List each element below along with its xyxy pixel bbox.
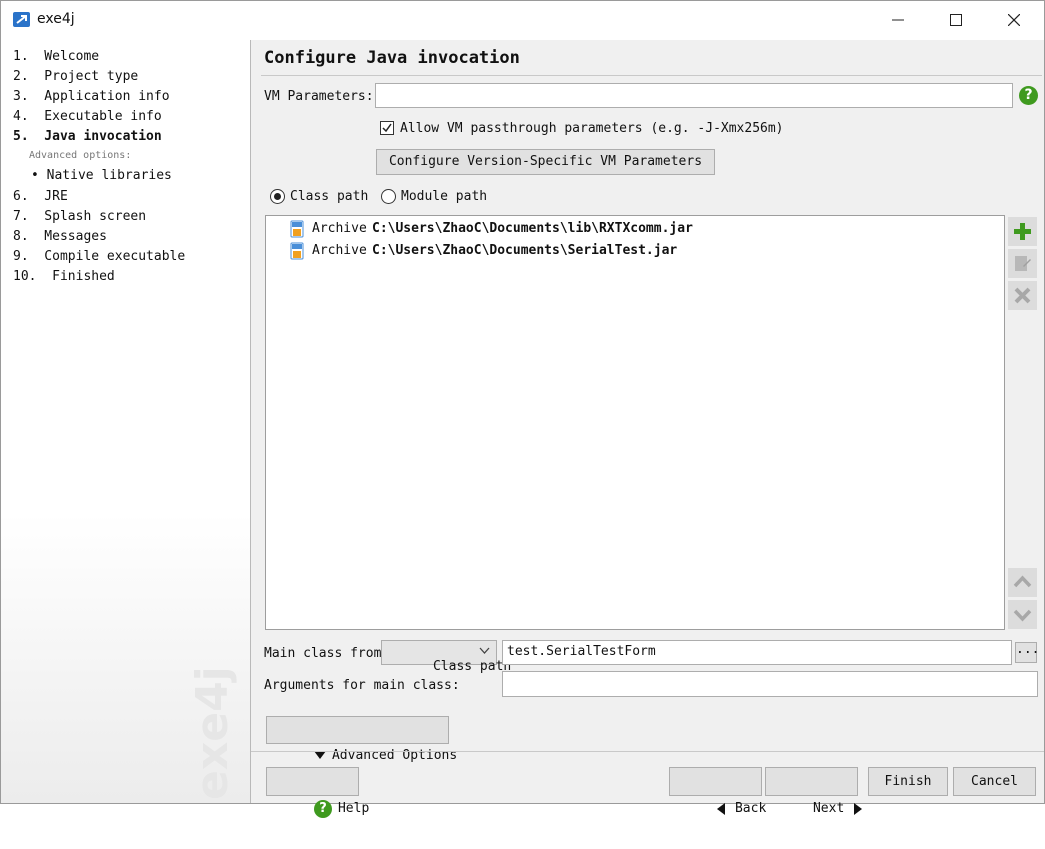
close-button[interactable]: [985, 1, 1043, 39]
exe4j-watermark-logo: exe4j: [187, 666, 238, 800]
step-executable-info[interactable]: 4. Executable info: [13, 109, 162, 124]
module-path-radio[interactable]: [381, 189, 396, 204]
list-item[interactable]: Archive C:\Users\ZhaoC\Documents\SerialT…: [290, 241, 677, 261]
page-title: Configure Java invocation: [264, 48, 520, 68]
close-icon: [1008, 14, 1020, 26]
checkmark-icon: [382, 123, 392, 133]
arguments-input[interactable]: [502, 671, 1038, 697]
triangle-down-icon: [313, 751, 326, 759]
minimize-icon: [892, 19, 904, 21]
class-path-radio-label: Class path: [290, 189, 369, 204]
advanced-options-label: Advanced options:: [29, 150, 132, 161]
module-path-radio-label: Module path: [401, 189, 488, 204]
help-button-label: Help: [337, 801, 370, 816]
list-item[interactable]: Archive C:\Users\ZhaoC\Documents\lib\RXT…: [290, 219, 693, 239]
chevron-down-icon: [1013, 609, 1032, 622]
step-java-invocation[interactable]: 5. Java invocation: [13, 129, 162, 144]
chevron-up-icon: [1013, 575, 1032, 588]
step-splash-screen[interactable]: 7. Splash screen: [13, 209, 146, 224]
maximize-button[interactable]: [927, 1, 985, 39]
vm-parameters-input[interactable]: [375, 83, 1013, 108]
advanced-options-button[interactable]: Advanced Options: [266, 716, 457, 763]
arrow-left-icon: [716, 802, 725, 815]
app-window: exe4j 1. Welcome 2. Project type 3. Appl…: [0, 0, 1045, 818]
move-down-button[interactable]: [1008, 600, 1037, 629]
plus-icon: [1014, 223, 1031, 240]
arrow-right-icon: [854, 802, 863, 815]
exe4j-app-icon: [13, 12, 30, 27]
main-class-input[interactable]: test.SerialTestForm: [502, 640, 1012, 665]
remove-entry-button[interactable]: [1008, 281, 1037, 310]
next-button[interactable]: Next: [765, 767, 863, 816]
title-divider: [261, 75, 1042, 76]
step-finished[interactable]: 10. Finished: [13, 269, 115, 284]
allow-passthrough-checkbox[interactable]: [380, 121, 394, 135]
jar-archive-icon: [290, 220, 304, 238]
add-entry-button[interactable]: [1008, 217, 1037, 246]
wizard-steps-sidebar: 1. Welcome 2. Project type 3. Applicatio…: [1, 40, 251, 803]
svg-text:exe4j: exe4j: [187, 666, 238, 800]
class-path-radio[interactable]: [270, 189, 285, 204]
browse-main-class-button[interactable]: ...: [1015, 642, 1039, 663]
entry-path: C:\Users\ZhaoC\Documents\SerialTest.jar: [372, 243, 678, 258]
step-application-info[interactable]: 3. Application info: [13, 89, 170, 104]
help-icon[interactable]: ?: [1019, 86, 1038, 105]
help-icon: ?: [313, 799, 332, 818]
arguments-label: Arguments for main class:: [264, 678, 460, 693]
edit-entry-button[interactable]: [1008, 249, 1037, 278]
step-jre[interactable]: 6. JRE: [13, 189, 68, 204]
configure-version-specific-button[interactable]: Configure Version-Specific VM Parameters: [376, 149, 715, 175]
step-messages[interactable]: 8. Messages: [13, 229, 107, 244]
chevron-down-icon: [479, 647, 490, 654]
step-native-libraries[interactable]: • Native libraries: [31, 168, 172, 183]
footer-divider: [251, 751, 1044, 752]
vm-parameters-label: VM Parameters:: [264, 89, 374, 104]
step-compile-executable[interactable]: 9. Compile executable: [13, 249, 185, 264]
title-bar: exe4j: [1, 1, 1044, 39]
allow-passthrough-label: Allow VM passthrough parameters (e.g. -J…: [400, 121, 784, 136]
step-welcome[interactable]: 1. Welcome: [13, 49, 99, 64]
step-project-type[interactable]: 2. Project type: [13, 69, 138, 84]
help-button[interactable]: ? Help: [266, 767, 369, 818]
main-panel: Configure Java invocation VM Parameters:…: [251, 40, 1044, 818]
window-title: exe4j: [37, 11, 75, 27]
finish-button[interactable]: Finish: [868, 767, 948, 796]
entry-kind: Archive: [312, 243, 367, 258]
main-class-source-value: Class path: [432, 659, 512, 674]
cancel-button[interactable]: Cancel: [953, 767, 1036, 796]
minimize-button[interactable]: [869, 1, 927, 39]
main-class-source-select[interactable]: Class path: [381, 640, 511, 674]
move-up-button[interactable]: [1008, 568, 1037, 597]
jar-archive-icon: [290, 242, 304, 260]
back-button[interactable]: Back: [669, 767, 766, 816]
delete-x-icon: [1014, 287, 1031, 304]
edit-icon: [1015, 256, 1031, 271]
entry-kind: Archive: [312, 221, 367, 236]
entry-path: C:\Users\ZhaoC\Documents\lib\RXTXcomm.ja…: [372, 221, 693, 236]
main-class-from-label: Main class from: [264, 646, 382, 661]
next-button-label: Next: [812, 801, 845, 816]
classpath-list[interactable]: Archive C:\Users\ZhaoC\Documents\lib\RXT…: [265, 215, 1005, 630]
back-button-label: Back: [734, 801, 767, 816]
maximize-icon: [950, 14, 962, 26]
